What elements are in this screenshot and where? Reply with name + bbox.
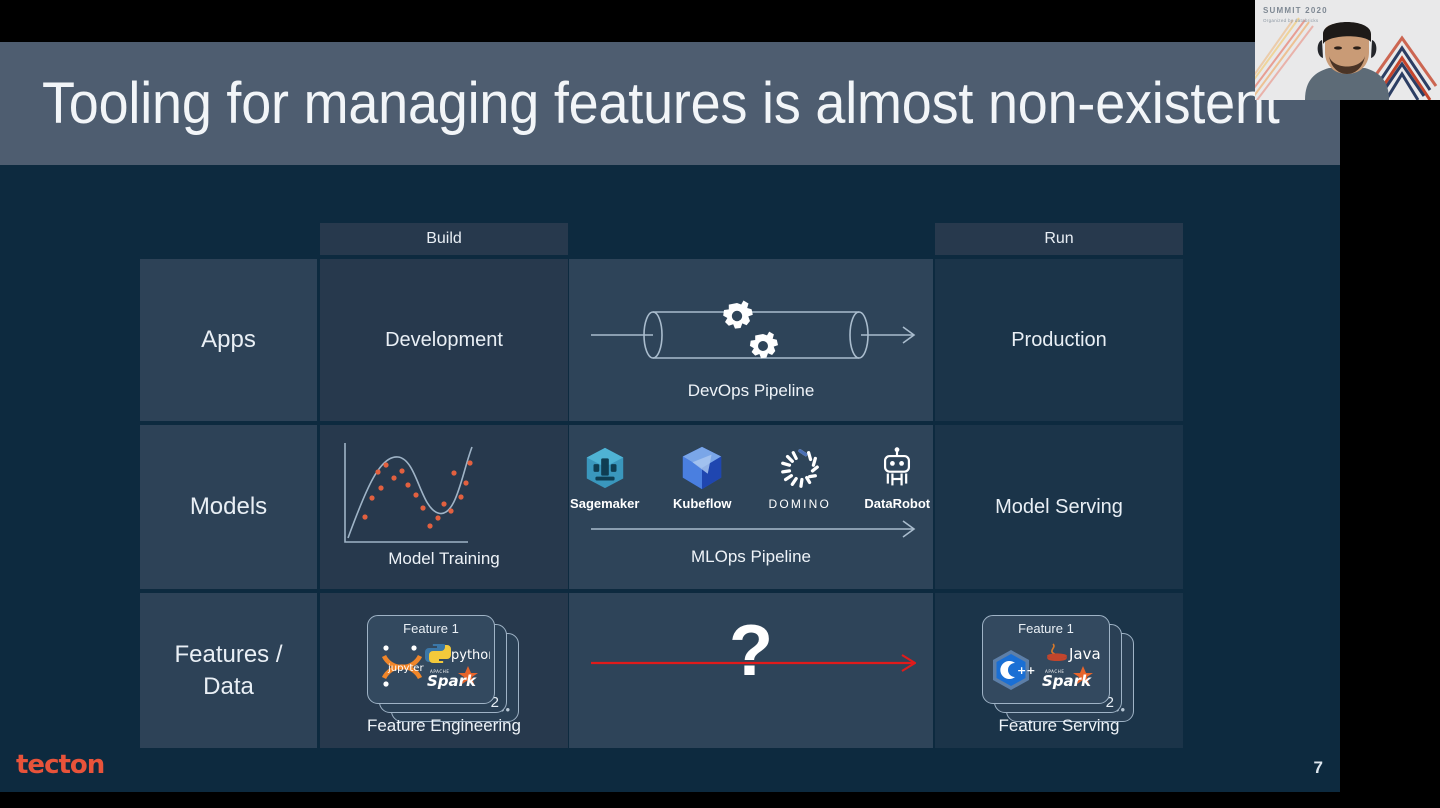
- column-header-build: Build: [320, 223, 568, 255]
- cell-apps-build-label: Development: [385, 328, 503, 351]
- summit-title: SUMMIT 2020: [1263, 6, 1328, 15]
- slide-title-band: Tooling for managing features is almost …: [0, 42, 1340, 165]
- feature-card-1: Feature 1 ++ Java APACHE Spark: [982, 615, 1110, 704]
- caption-mlops-pipeline: MLOps Pipeline: [690, 547, 811, 566]
- row-label-line2: Data: [203, 672, 254, 700]
- caption-model-training: Model Training: [388, 549, 500, 568]
- feature-serving-card-stack: ••• 2 Feature 1: [982, 615, 1134, 722]
- jupyter-icon: jupyter: [381, 645, 424, 687]
- cell-models-build: Model Training: [320, 425, 568, 589]
- java-icon: Java: [1046, 643, 1101, 663]
- capability-matrix: Build Run Apps Development DevOps Pipeli…: [140, 223, 1184, 748]
- svg-text:Spark: Spark: [1042, 672, 1092, 690]
- row-label-features-data: Features / Data: [140, 593, 317, 748]
- row-label-line1: Features /: [174, 640, 283, 668]
- webcam-overlay[interactable]: SUMMIT 2020 Organized by databricks: [1255, 0, 1440, 100]
- screen: Tooling for managing features is almost …: [0, 0, 1440, 808]
- cell-features-build: ••• 2 Feature 1: [320, 593, 568, 748]
- svg-text:++: ++: [1017, 664, 1035, 677]
- svg-text:Spark: Spark: [427, 672, 477, 690]
- row-label-models: Models: [140, 425, 317, 589]
- cell-features-gap: ?: [569, 593, 933, 748]
- feature-card-title: Feature 1: [1018, 621, 1074, 636]
- cell-features-run: ••• 2 Feature 1: [935, 593, 1183, 748]
- caption-feature-engineering: Feature Engineering: [366, 716, 522, 735]
- feature-engineering-card-stack: ••• 2 Feature 1: [367, 615, 519, 722]
- caption-feature-serving: Feature Serving: [998, 716, 1120, 735]
- presentation-slide: Tooling for managing features is almost …: [0, 42, 1340, 792]
- cell-apps-build: Development: [320, 259, 568, 421]
- cell-models-run: Model Serving: [935, 425, 1183, 589]
- serving-logos: ++ Java APACHE Spark: [992, 643, 1101, 690]
- feature-card-1: Feature 1 jupyter pytho APACHE Spark: [367, 615, 496, 704]
- spark-icon: APACHE Spark: [427, 666, 478, 690]
- spark-icon: APACHE Spark: [1042, 666, 1093, 690]
- svg-text:python: python: [451, 648, 490, 663]
- page-number: 7: [1313, 758, 1323, 777]
- svg-text:jupyter: jupyter: [387, 663, 424, 674]
- tecton-logo: tecton: [16, 750, 105, 780]
- svg-text:Java: Java: [1068, 645, 1101, 663]
- column-header-run: Run: [935, 223, 1183, 255]
- presenter-video: [1305, 22, 1389, 100]
- gear-icon: [749, 331, 778, 359]
- cell-apps-run-label: Production: [1011, 328, 1107, 351]
- slide-title: Tooling for managing features is almost …: [42, 71, 1280, 136]
- cell-models-run-label: Model Serving: [995, 495, 1123, 518]
- engineering-logos: jupyter python APACHE: [381, 644, 496, 690]
- row-label-apps: Apps: [140, 259, 317, 421]
- cell-models-pipeline: Sagemaker Kubeflow DOMINO DataRobot MLOp…: [569, 425, 933, 589]
- feature-card-title: Feature 1: [403, 621, 459, 636]
- cell-apps-run: Production: [935, 259, 1183, 421]
- cpp-icon: ++: [992, 650, 1035, 690]
- cell-apps-pipeline: DevOps Pipeline: [569, 259, 933, 421]
- question-mark: ?: [729, 611, 773, 691]
- python-icon: python: [424, 644, 496, 663]
- gear-icon: [723, 300, 753, 329]
- caption-devops-pipeline: DevOps Pipeline: [687, 381, 815, 400]
